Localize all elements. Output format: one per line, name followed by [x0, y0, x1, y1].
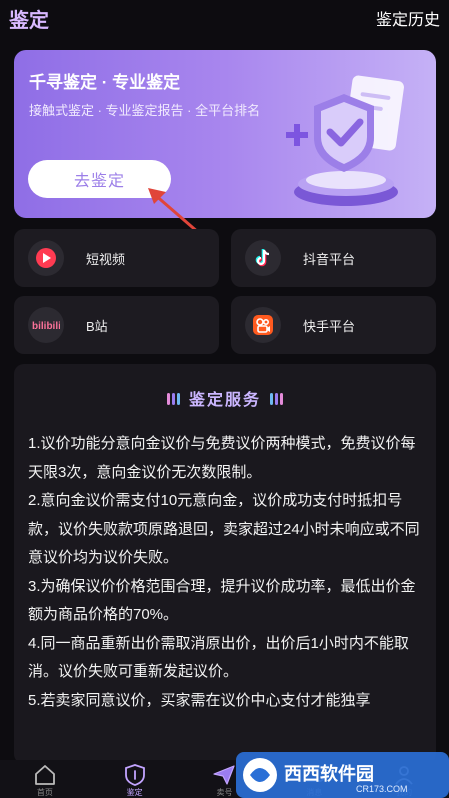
platform-short-video[interactable]: 短视频: [14, 229, 219, 287]
platform-label: 快手平台: [303, 318, 356, 334]
top-bar: 鉴定 鉴定历史: [0, 0, 449, 36]
shield-illustration-icon: [286, 75, 404, 206]
bilibili-icon: bilibili: [28, 307, 64, 343]
platform-label: 抖音平台: [303, 251, 356, 267]
platform-douyin[interactable]: 抖音平台: [231, 229, 436, 287]
tab-label: 鉴定: [126, 788, 143, 797]
kuaishou-icon: [245, 307, 281, 343]
rule-item: 3.为确保议价价格范围合理，提升议价成功率，最低出价金额为商品价格的70%。: [28, 577, 416, 624]
site-watermark: 西西软件园 CR173.COM: [236, 752, 449, 798]
rule-item: 1.议价功能分意向金议价与免费议价两种模式，免费议价每天限3次，意向金议价无次数…: [28, 435, 416, 481]
watermark-url: CR173.COM: [356, 784, 408, 794]
page-title: 鉴定: [9, 9, 49, 32]
shield-icon: [124, 764, 145, 786]
decor-dots-right: [269, 392, 284, 410]
tab-appraisal[interactable]: 鉴定: [90, 760, 180, 798]
banner-subtitle: 接触式鉴定 · 专业鉴定报告 · 全平台排名: [29, 103, 261, 118]
service-rules: 1.议价功能分意向金议价与免费议价两种模式，免费议价每天限3次，意向金议价无次数…: [28, 430, 424, 715]
appraisal-banner: 千寻鉴定 · 专业鉴定 接触式鉴定 · 专业鉴定报告 · 全平台排名 去鉴定: [14, 50, 436, 218]
home-icon: [34, 765, 55, 785]
platform-label: 短视频: [86, 251, 126, 267]
decor-dots-left: [166, 392, 181, 410]
douyin-icon: [245, 240, 281, 276]
platform-bilibili[interactable]: bilibili B站: [14, 296, 219, 354]
history-link[interactable]: 鉴定历史: [376, 6, 440, 30]
platform-label: B站: [86, 318, 108, 334]
rule-item: 2.意向金议价需支付10元意向金，议价成功支付时抵扣号款，议价失败款项原路退回，…: [28, 492, 420, 566]
banner-title: 千寻鉴定 · 专业鉴定: [29, 73, 181, 92]
watermark-brand: 西西软件园: [284, 763, 374, 785]
rule-item: 4.同一商品重新出价需取消原出价，出价后1小时内不能取消。议价失败可重新发起议价…: [28, 634, 409, 681]
tab-label: 首页: [36, 788, 53, 797]
send-icon: [213, 765, 236, 785]
tab-label: 卖号: [216, 788, 233, 797]
svg-text:bilibili: bilibili: [32, 321, 60, 332]
platform-kuaishou[interactable]: 快手平台: [231, 296, 436, 354]
rule-item: 5.若卖家同意议价，买家需在议价中心支付才能独享: [28, 691, 371, 709]
service-title: 鉴定服务: [188, 392, 261, 409]
short-video-icon: [28, 240, 64, 276]
tab-home[interactable]: 首页: [0, 760, 90, 798]
service-panel: 鉴定服务 1.议价功能分意向金议价与免费议价两种模式，免费议价每天限3次，意向金…: [14, 364, 436, 764]
